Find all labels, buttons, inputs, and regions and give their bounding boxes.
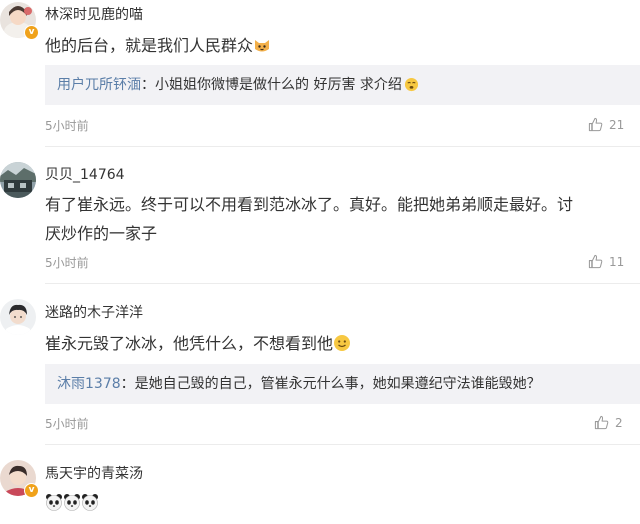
verified-badge-icon: v [24, 483, 39, 498]
thumbs-up-icon [588, 254, 603, 269]
cat-emoji-icon [255, 40, 270, 52]
reply-username[interactable]: 沐雨1378 [57, 376, 121, 392]
panda-emoji-icon [46, 494, 62, 511]
like-count: 2 [615, 416, 623, 430]
comment-text: 有了崔永远。终于可以不用看到范冰冰了。真好。能把她弟弟顺走最好。讨 厌炒作的一家… [45, 195, 574, 243]
comment-text [45, 488, 99, 517]
thumbs-up-icon [594, 415, 609, 430]
panda-emoji-icon [82, 494, 98, 511]
username[interactable]: 迷路的木子洋洋 [45, 302, 143, 322]
divider [45, 283, 640, 284]
like-count: 11 [609, 255, 625, 269]
reply-text: ：是她自己毁的自己，管崔永元什么事，她如果遵纪守法谁能毁她？ [120, 376, 541, 392]
timestamp: 5小时前 [45, 256, 89, 270]
panda-emoji-icon [64, 494, 80, 511]
avatar[interactable] [0, 299, 36, 335]
timestamp: 5小时前 [45, 417, 89, 431]
timestamp: 5小时前 [45, 119, 89, 133]
like-count: 21 [609, 118, 625, 132]
username[interactable]: 贝贝_14764 [45, 164, 125, 184]
comment-text: 崔永元毁了冰冰，他凭什么，不想看到他 [45, 329, 351, 358]
username[interactable]: 馬天宇的青菜汤 [45, 463, 143, 483]
verified-badge-icon: v [24, 25, 39, 40]
comment-text: 他的后台，就是我们人民群众 [45, 31, 271, 60]
smile-emoji-icon [334, 335, 351, 351]
emoji-icon [404, 77, 418, 92]
reply-text: ：小姐姐你微博是做什么的 好厉害 求介绍 [141, 77, 402, 93]
reply-username[interactable]: 用户兀所钚湎 [57, 77, 141, 93]
reply-box: 用户兀所钚湎：小姐姐你微博是做什么的 好厉害 求介绍 [45, 65, 640, 105]
like-button[interactable]: 11 [588, 254, 624, 269]
avatar[interactable]: v [0, 460, 39, 498]
like-button[interactable]: 2 [594, 415, 623, 430]
avatar[interactable] [0, 162, 36, 198]
username[interactable]: 林深时见鹿的喵 [45, 4, 143, 24]
divider [45, 444, 640, 445]
reply-box: 沐雨1378：是她自己毁的自己，管崔永元什么事，她如果遵纪守法谁能毁她？ [45, 364, 640, 404]
thumbs-up-icon [588, 117, 603, 132]
divider [45, 146, 640, 147]
like-button[interactable]: 21 [588, 117, 624, 132]
avatar[interactable]: v [0, 2, 39, 40]
